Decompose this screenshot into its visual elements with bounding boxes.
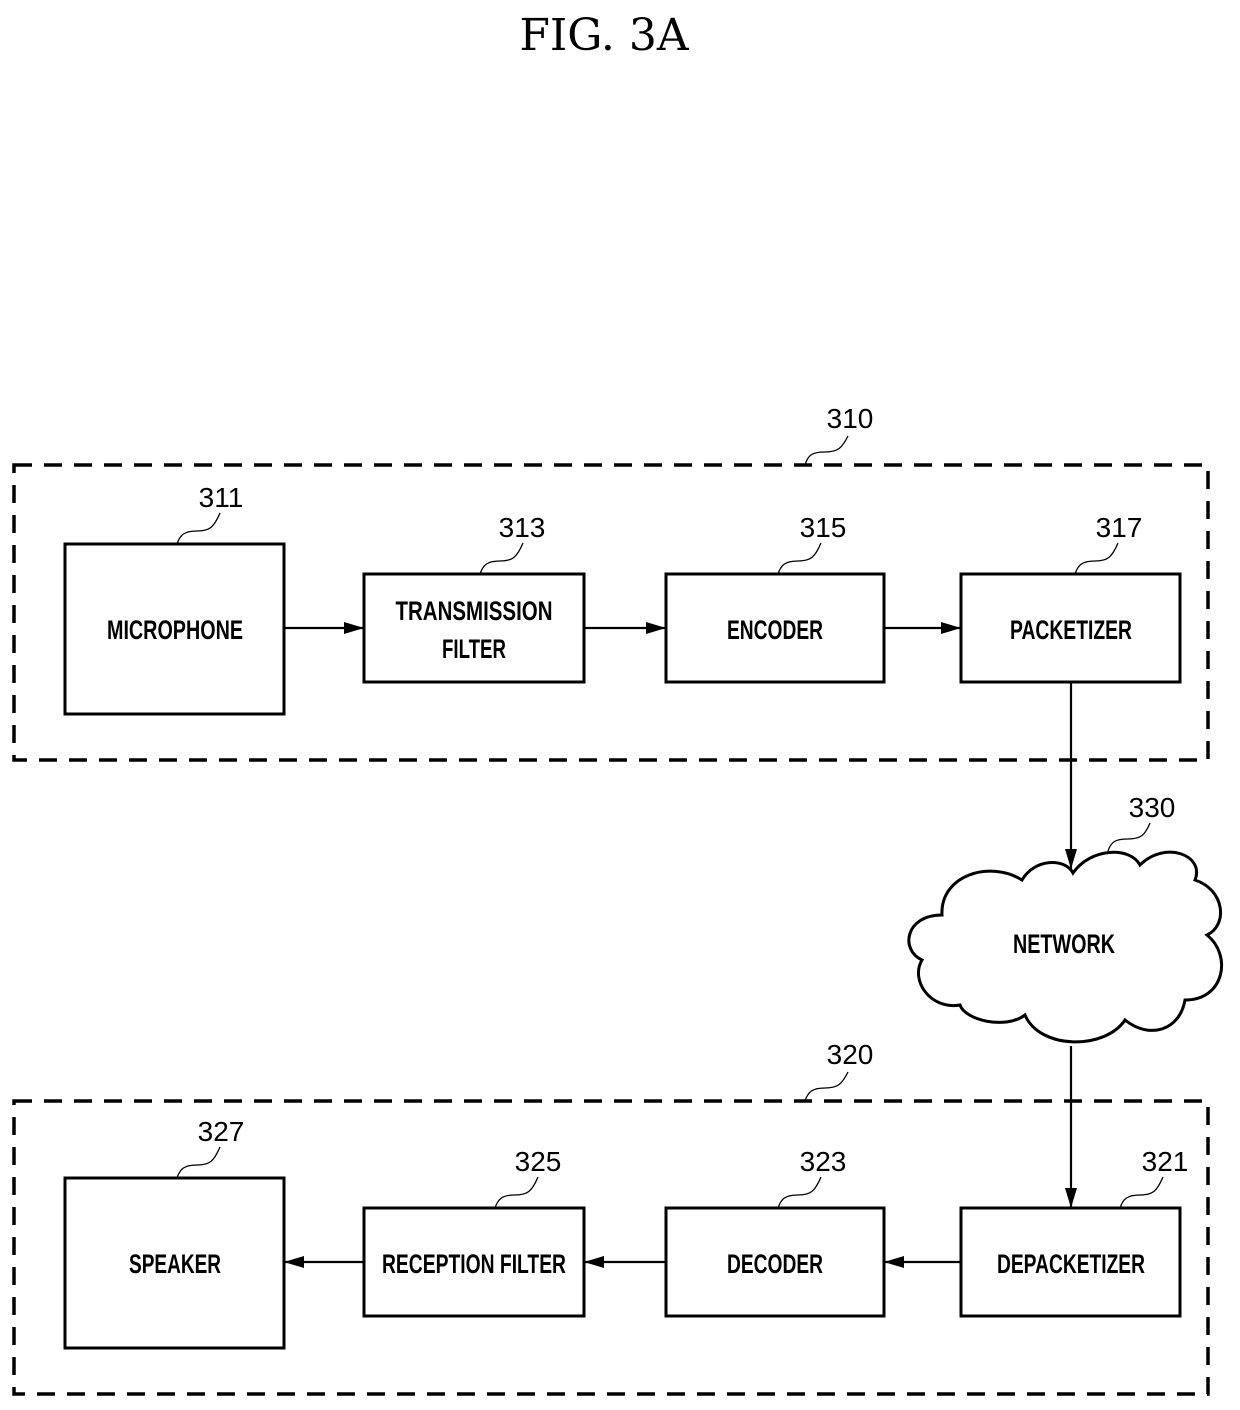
- leader-line-315: [777, 542, 822, 575]
- network-label: NETWORK: [1013, 929, 1115, 959]
- block-decoder: DECODER 323: [664, 1146, 886, 1318]
- leader-line-330: [1107, 822, 1151, 852]
- block-transmission-filter: TRANSMISSION FILTER 313: [362, 512, 586, 684]
- block-network: NETWORK 330: [907, 792, 1224, 1044]
- leader-line-321: [1119, 1176, 1164, 1209]
- block-diagram: FIG. 3A 310 MICROPHONE 311 TRANSMISSION …: [12, 10, 1224, 1396]
- block-packetizer: PACKETIZER 317: [959, 512, 1182, 684]
- leader-line-310: [804, 435, 849, 466]
- leader-line-311: [176, 512, 221, 545]
- decoder-label: DECODER: [727, 1249, 823, 1279]
- ref-label-317: 317: [1096, 512, 1143, 543]
- microphone-label: MICROPHONE: [107, 615, 243, 645]
- block-depacketizer: DEPACKETIZER 321: [959, 1146, 1189, 1318]
- ref-label-315: 315: [800, 512, 847, 543]
- encoder-label: ENCODER: [727, 615, 823, 645]
- block-speaker: SPEAKER 327: [63, 1116, 286, 1350]
- ref-label-330: 330: [1129, 792, 1176, 823]
- ref-label-325: 325: [515, 1146, 562, 1177]
- transmission-filter-box: [362, 572, 586, 684]
- block-reception-filter: RECEPTION FILTER 325: [362, 1146, 586, 1318]
- leader-line-325: [494, 1176, 539, 1209]
- ref-label-323: 323: [800, 1146, 847, 1177]
- ref-label-321: 321: [1142, 1146, 1189, 1177]
- speaker-label: SPEAKER: [129, 1249, 221, 1279]
- ref-label-310: 310: [827, 403, 874, 434]
- ref-label-320: 320: [827, 1039, 874, 1070]
- ref-label-313: 313: [499, 512, 546, 543]
- block-microphone: MICROPHONE 311: [63, 482, 286, 716]
- ref-label-311: 311: [199, 482, 244, 513]
- block-encoder: ENCODER 315: [664, 512, 886, 684]
- reception-filter-label: RECEPTION FILTER: [382, 1249, 566, 1279]
- leader-line-317: [1074, 542, 1119, 575]
- transmission-filter-label-line2: FILTER: [442, 634, 506, 664]
- leader-line-320: [804, 1071, 849, 1102]
- leader-line-327: [176, 1146, 221, 1179]
- leader-line-313: [479, 542, 524, 575]
- leader-line-323: [777, 1176, 822, 1209]
- figure-title: FIG. 3A: [519, 10, 689, 61]
- packetizer-label: PACKETIZER: [1010, 615, 1132, 645]
- ref-label-327: 327: [198, 1116, 245, 1147]
- depacketizer-label: DEPACKETIZER: [997, 1249, 1145, 1279]
- transmission-filter-label-line1: TRANSMISSION: [396, 596, 553, 626]
